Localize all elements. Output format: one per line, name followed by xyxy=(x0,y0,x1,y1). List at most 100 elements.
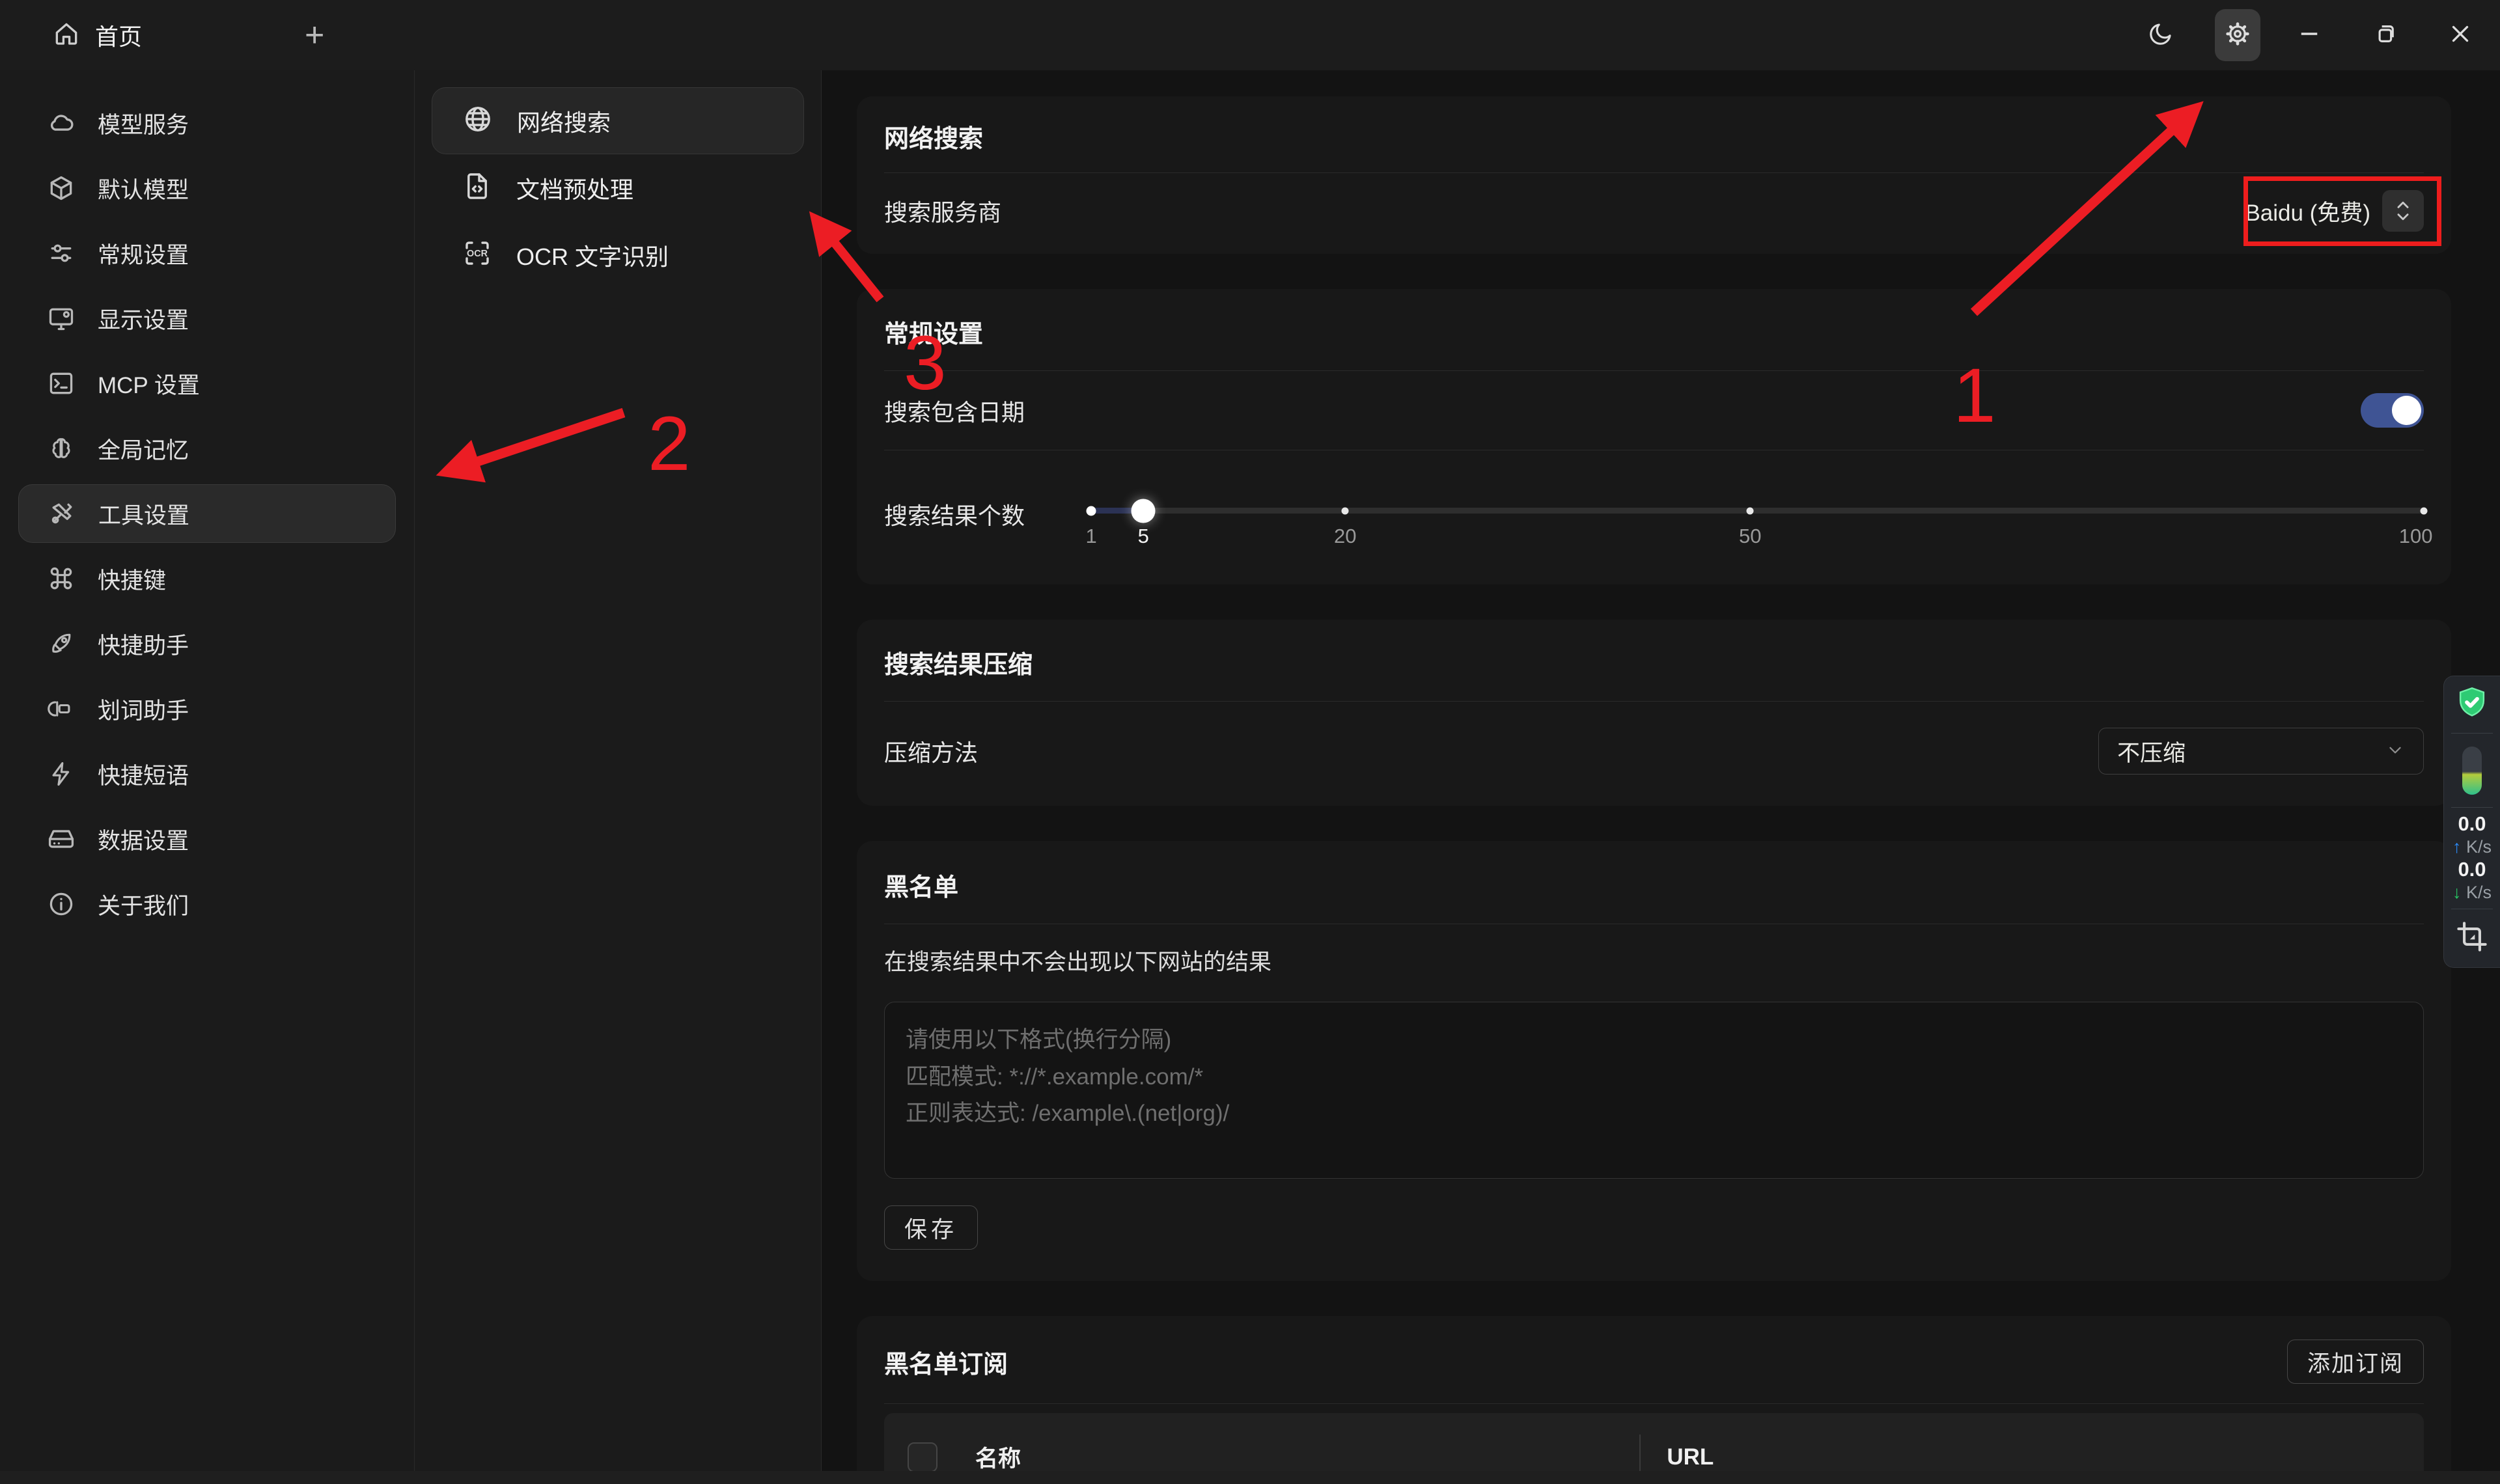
arrow-up-icon: ↑ xyxy=(2452,837,2462,857)
column-header-url: URL xyxy=(1639,1435,2400,1472)
sliders-icon xyxy=(47,239,76,268)
screenshot-tool[interactable] xyxy=(2444,909,2500,967)
minimize-icon xyxy=(2296,20,2323,51)
sidebar-item-quick-assistant[interactable]: 快捷助手 xyxy=(18,614,396,673)
theme-toggle-button[interactable] xyxy=(2138,9,2184,61)
sidebar-item-label: 快捷键 xyxy=(98,562,166,596)
compression-title: 搜索结果压缩 xyxy=(884,620,2424,701)
save-button[interactable]: 保存 xyxy=(884,1205,978,1250)
provider-row: 搜索服务商 Baidu (免费) xyxy=(884,173,2424,251)
slider-handle[interactable] xyxy=(1132,499,1156,523)
result-count-slider[interactable]: 1 5 20 50 100 xyxy=(1087,484,2424,543)
ocr-frame-icon: OCR xyxy=(462,238,493,272)
minimize-button[interactable] xyxy=(2286,9,2332,61)
crop-icon xyxy=(2455,920,2489,957)
slider-mark xyxy=(2421,507,2428,514)
network-speed-widget[interactable]: 0.0 ↑ K/s 0.0 ↓ K/s xyxy=(2444,808,2500,909)
subsidebar-item-ocr[interactable]: OCR OCR 文字识别 xyxy=(432,221,804,288)
general-settings-card: 常规设置 搜索包含日期 搜索结果个数 xyxy=(857,289,2451,584)
result-count-row: 搜索结果个数 1 5 20 50 100 xyxy=(884,450,2424,584)
sidebar-item-global-memory[interactable]: 全局记忆 xyxy=(18,419,396,478)
battery-capsule-indicator[interactable] xyxy=(2444,734,2500,806)
subsidebar-item-label: 网络搜索 xyxy=(517,104,611,138)
sidebar-item-tool-settings[interactable]: 工具设置 xyxy=(18,484,396,543)
svg-text:OCR: OCR xyxy=(467,249,488,259)
sidebar-item-label: 关于我们 xyxy=(98,888,189,921)
window-bottom-edge xyxy=(0,1471,2500,1484)
sidebar-item-label: 快捷助手 xyxy=(98,627,189,661)
hard-drive-icon xyxy=(47,825,76,853)
sidebar-item-about[interactable]: 关于我们 xyxy=(18,875,396,933)
compression-method-select[interactable]: 不压缩 xyxy=(2098,728,2424,775)
compression-method-value: 不压缩 xyxy=(2117,735,2186,768)
arrow-down-icon: ↓ xyxy=(2452,883,2462,902)
command-icon xyxy=(47,564,76,593)
new-tab-button[interactable]: + xyxy=(305,18,324,52)
sidebar-item-quick-phrases[interactable]: 快捷短语 xyxy=(18,745,396,803)
tools-icon xyxy=(48,499,76,528)
slider-track[interactable] xyxy=(1087,508,2424,514)
upload-speed-unit: ↑ K/s xyxy=(2452,836,2492,857)
download-speed-value: 0.0 xyxy=(2458,859,2486,881)
rocket-icon xyxy=(47,629,76,658)
moon-icon xyxy=(2147,20,2174,51)
system-overlay-panel: 0.0 ↑ K/s 0.0 ↓ K/s xyxy=(2443,676,2500,968)
result-count-label: 搜索结果个数 xyxy=(884,484,1073,531)
subsidebar-item-doc-preprocess[interactable]: 文档预处理 xyxy=(432,154,804,221)
chevron-up-down-icon[interactable] xyxy=(2382,190,2424,232)
compression-card: 搜索结果压缩 压缩方法 不压缩 xyxy=(857,620,2451,806)
cloud-icon xyxy=(47,109,76,137)
package-icon xyxy=(47,174,76,202)
sidebar-item-shortcuts[interactable]: 快捷键 xyxy=(18,549,396,608)
security-status[interactable] xyxy=(2444,676,2500,733)
add-subscription-button[interactable]: 添加订阅 xyxy=(2287,1340,2424,1384)
shield-check-icon xyxy=(2453,683,2491,726)
sidebar-item-label: 快捷短语 xyxy=(98,758,189,791)
include-date-row: 搜索包含日期 xyxy=(884,371,2424,450)
subsidebar-item-label: 文档预处理 xyxy=(516,171,633,205)
blacklist-title: 黑名单 xyxy=(884,841,2424,924)
general-title: 常规设置 xyxy=(884,289,2424,370)
sidebar-item-label: 划词助手 xyxy=(98,693,189,726)
gear-icon xyxy=(2224,20,2251,51)
subsidebar-item-web-search[interactable]: 网络搜索 xyxy=(432,87,804,154)
restore-button[interactable] xyxy=(2362,9,2408,61)
subsidebar-item-label: OCR 文字识别 xyxy=(516,238,669,272)
globe-icon xyxy=(462,103,493,138)
settings-content: 网络搜索 搜索服务商 Baidu (免费) 常规设置 搜索包 xyxy=(822,70,2500,1472)
sidebar-item-label: 模型服务 xyxy=(98,107,189,140)
sidebar-item-label: 工具设置 xyxy=(98,497,189,530)
capsule-gauge xyxy=(2462,747,2482,795)
file-code-icon xyxy=(462,171,493,205)
sidebar-item-display-settings[interactable]: 显示设置 xyxy=(18,289,396,348)
sidebar-item-default-models[interactable]: 默认模型 xyxy=(18,159,396,217)
upload-speed-value: 0.0 xyxy=(2458,813,2486,835)
subscription-table: 名称 URL xyxy=(884,1413,2424,1472)
web-search-card: 网络搜索 搜索服务商 Baidu (免费) xyxy=(857,96,2451,254)
provider-select[interactable]: Baidu (免费) xyxy=(2245,190,2424,232)
text-cursor-icon xyxy=(47,694,76,723)
sidebar-item-model-services[interactable]: 模型服务 xyxy=(18,94,396,152)
sidebar-item-selection-assistant[interactable]: 划词助手 xyxy=(18,680,396,738)
include-date-toggle[interactable] xyxy=(2361,393,2424,428)
tools-subsidebar: 网络搜索 文档预处理 OCR OCR 文字识别 xyxy=(415,70,822,1472)
blacklist-input[interactable] xyxy=(884,1002,2424,1179)
toggle-knob xyxy=(2392,396,2421,425)
close-button[interactable] xyxy=(2438,9,2483,61)
chevron-down-icon xyxy=(2385,740,2405,763)
compression-method-label: 压缩方法 xyxy=(884,734,978,768)
sidebar-item-mcp-settings[interactable]: MCP 设置 xyxy=(18,354,396,413)
sidebar-item-data-settings[interactable]: 数据设置 xyxy=(18,810,396,868)
zap-icon xyxy=(47,760,76,788)
compression-method-row: 压缩方法 不压缩 xyxy=(884,702,2424,806)
tab-home[interactable]: 首页 xyxy=(52,18,142,52)
select-all-checkbox[interactable] xyxy=(908,1442,938,1472)
divider xyxy=(884,1403,2424,1404)
slider-mark xyxy=(1747,507,1754,514)
subscription-title: 黑名单订阅 xyxy=(884,1344,1008,1380)
web-search-title: 网络搜索 xyxy=(884,96,2424,172)
sidebar-item-general-settings[interactable]: 常规设置 xyxy=(18,224,396,282)
sidebar-item-label: 显示设置 xyxy=(98,302,189,335)
provider-label: 搜索服务商 xyxy=(884,194,1001,228)
settings-button[interactable] xyxy=(2215,9,2260,61)
